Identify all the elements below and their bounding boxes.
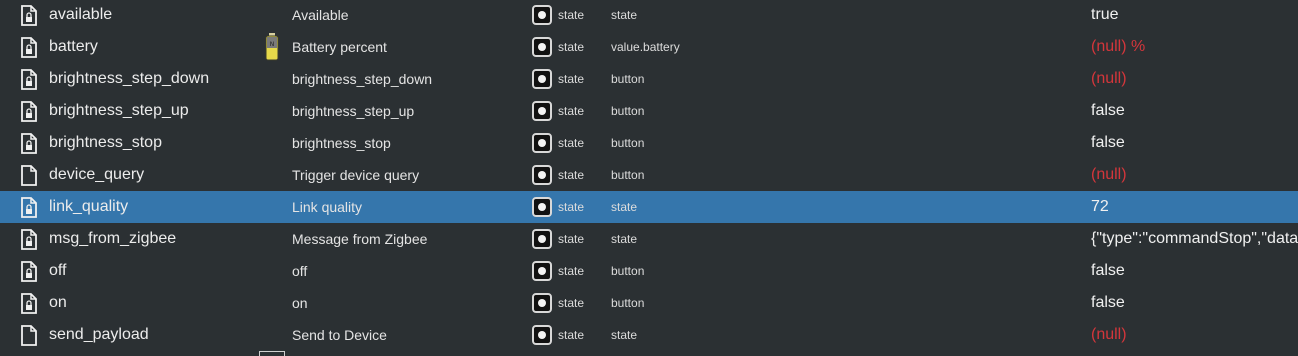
object-role: state	[611, 328, 638, 342]
state-type-icon	[532, 325, 552, 345]
object-role: state	[611, 200, 638, 214]
object-value[interactable]: false	[1091, 262, 1125, 280]
state-type-icon	[532, 5, 552, 25]
object-type: state	[558, 72, 585, 86]
locked-file-icon	[21, 101, 37, 122]
file-icon	[21, 165, 37, 186]
list-row[interactable]: brightness_step_up brightness_step_up st…	[0, 95, 1298, 127]
object-type: state	[558, 136, 585, 150]
locked-file-icon	[21, 229, 37, 250]
object-id: available	[49, 6, 113, 23]
locked-file-icon	[21, 5, 37, 26]
state-type-icon	[532, 229, 552, 249]
object-role: button	[611, 168, 645, 182]
object-id: on	[49, 294, 67, 311]
object-name: brightness_step_up	[292, 103, 415, 119]
object-type: state	[558, 200, 585, 214]
locked-file-icon	[21, 293, 37, 314]
object-type: state	[558, 328, 585, 342]
state-type-icon	[532, 37, 552, 57]
object-value[interactable]: false	[1091, 102, 1125, 120]
list-row[interactable]: send_payload Send to Device state state …	[0, 319, 1298, 351]
object-name: Send to Device	[292, 327, 387, 343]
next-row-icon-edge	[259, 351, 285, 356]
state-type-icon	[532, 165, 552, 185]
svg-text:N: N	[270, 41, 275, 48]
list-row[interactable]: device_query Trigger device query state …	[0, 159, 1298, 191]
list-row[interactable]: available Available state state true	[0, 0, 1298, 31]
object-value[interactable]: false	[1091, 134, 1125, 152]
file-icon	[21, 325, 37, 346]
list-row[interactable]: msg_from_zigbee Message from Zigbee stat…	[0, 223, 1298, 255]
state-type-icon	[532, 101, 552, 121]
object-type: state	[558, 232, 585, 246]
object-name: Message from Zigbee	[292, 231, 428, 247]
object-list: available Available state state true bat…	[0, 0, 1298, 356]
object-value[interactable]: (null) %	[1091, 38, 1145, 56]
object-type: state	[558, 264, 585, 278]
object-name: brightness_stop	[292, 135, 391, 151]
object-role: state	[611, 8, 638, 22]
object-type: state	[558, 104, 585, 118]
object-value[interactable]: (null)	[1091, 70, 1127, 88]
object-id: off	[49, 262, 67, 279]
list-row-selected[interactable]: link_quality Link quality state state 72	[0, 191, 1298, 223]
locked-file-icon	[21, 69, 37, 90]
locked-file-icon	[21, 37, 37, 58]
locked-file-icon	[21, 197, 37, 218]
object-id: brightness_step_up	[49, 102, 189, 119]
object-value[interactable]: false	[1091, 294, 1125, 312]
state-type-icon	[532, 69, 552, 89]
object-name: off	[292, 263, 308, 279]
object-id: device_query	[49, 166, 145, 183]
state-type-icon	[532, 261, 552, 281]
object-id: brightness_stop	[49, 134, 162, 151]
object-role: button	[611, 264, 645, 278]
object-id: send_payload	[49, 326, 149, 343]
locked-file-icon	[21, 133, 37, 154]
object-value[interactable]: 72	[1091, 198, 1109, 216]
object-type: state	[558, 168, 585, 182]
object-name: Available	[292, 7, 349, 23]
object-name: brightness_step_down	[292, 71, 433, 87]
object-value[interactable]: true	[1091, 6, 1119, 24]
object-type: state	[558, 8, 585, 22]
object-name: Link quality	[292, 199, 363, 215]
object-type: state	[558, 40, 585, 54]
state-type-icon	[532, 293, 552, 313]
list-row[interactable]: off off state button false	[0, 255, 1298, 287]
object-value[interactable]: (null)	[1091, 166, 1127, 184]
object-id: brightness_step_down	[49, 70, 210, 87]
state-type-icon	[532, 197, 552, 217]
object-id: battery	[49, 38, 98, 55]
list-row[interactable]: battery N Battery percent state value.ba…	[0, 31, 1298, 63]
object-role: button	[611, 136, 645, 150]
object-role: state	[611, 232, 638, 246]
object-role: value.battery	[611, 40, 680, 54]
object-name: on	[292, 295, 308, 311]
object-role: button	[611, 296, 645, 310]
list-row[interactable]: brightness_step_down brightness_step_dow…	[0, 63, 1298, 95]
state-type-icon	[532, 133, 552, 153]
battery-icon: N	[265, 33, 279, 61]
object-value[interactable]: {"type":"commandStop","data	[1091, 230, 1298, 248]
object-name: Battery percent	[292, 39, 387, 55]
list-row[interactable]: brightness_stop brightness_stop state bu…	[0, 127, 1298, 159]
locked-file-icon	[21, 261, 37, 282]
object-id: msg_from_zigbee	[49, 230, 177, 247]
object-role: button	[611, 104, 645, 118]
object-value[interactable]: (null)	[1091, 326, 1127, 344]
object-name: Trigger device query	[292, 167, 420, 183]
object-id: link_quality	[49, 198, 129, 215]
object-role: button	[611, 72, 645, 86]
list-row[interactable]: on on state button false	[0, 287, 1298, 319]
object-type: state	[558, 296, 585, 310]
